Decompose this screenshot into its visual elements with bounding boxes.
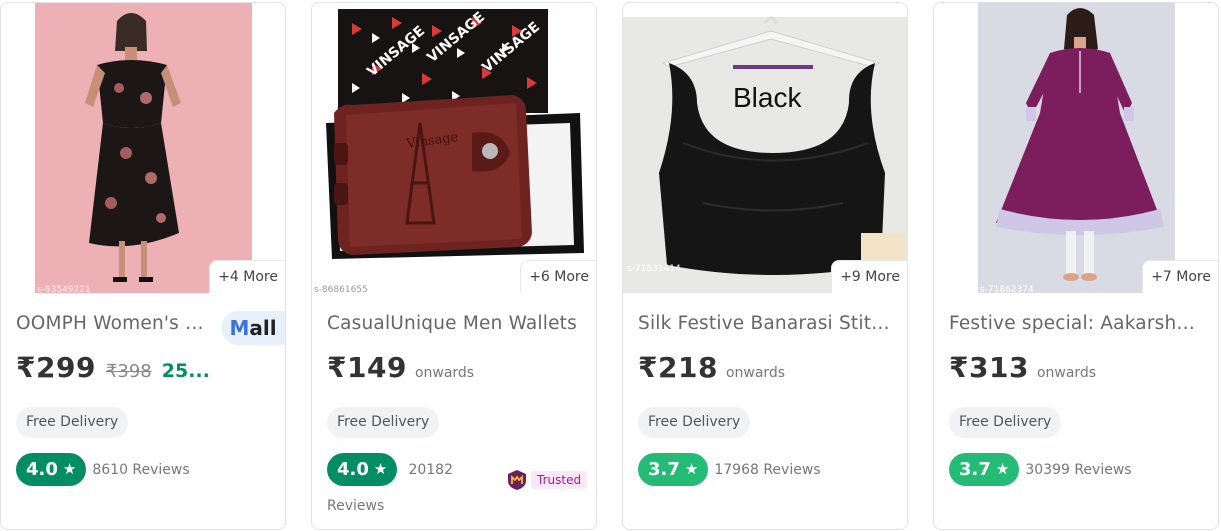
reviews-label: Reviews bbox=[327, 498, 385, 514]
more-variants-badge[interactable]: +7 More bbox=[1142, 260, 1218, 293]
star-icon: ★ bbox=[684, 460, 699, 478]
product-title[interactable]: Festive special: Aakarsha Kurtis bbox=[949, 313, 1205, 334]
more-variants-badge[interactable]: +6 More bbox=[520, 260, 596, 293]
image-code-1: s-93549221 bbox=[37, 285, 91, 293]
rating-value: 3.7 bbox=[648, 459, 680, 480]
free-delivery-badge: Free Delivery bbox=[16, 407, 129, 438]
more-variants-badge[interactable]: +9 More bbox=[831, 260, 907, 293]
image-code-3: s-71631414 bbox=[627, 264, 681, 274]
free-delivery-badge: Free Delivery bbox=[327, 407, 440, 438]
image-code-4: s-71862374 bbox=[980, 285, 1034, 293]
free-delivery-badge: Free Delivery bbox=[949, 407, 1062, 438]
image-code-2: s-86861655 bbox=[314, 285, 368, 293]
product-card-3[interactable]: Black s-71631414 +9 More Silk Festive Ba… bbox=[622, 2, 908, 530]
rating-pill: 3.7 ★ bbox=[949, 453, 1020, 486]
review-count: 20182 bbox=[408, 461, 453, 478]
rating-row: 4.0 ★ 20182 Reviews bbox=[327, 453, 527, 514]
rating-value: 3.7 bbox=[959, 459, 991, 480]
product-card-4[interactable]: s-71862374 +7 More Festive special: Aaka… bbox=[933, 2, 1219, 530]
onwards-label: onwards bbox=[725, 365, 786, 381]
product-card-2[interactable]: VINSAGE VINSAGE VINSAGE Vinsage s-868616… bbox=[311, 2, 597, 530]
price: ₹149 bbox=[327, 351, 407, 384]
free-delivery-badge: Free Delivery bbox=[638, 407, 751, 438]
price: ₹218 bbox=[638, 351, 718, 384]
blouse-image: Black s-71631414 bbox=[623, 16, 907, 293]
star-icon: ★ bbox=[995, 460, 1010, 478]
product-image-3[interactable]: Black s-71631414 +9 More bbox=[623, 3, 907, 293]
more-variants-badge[interactable]: +4 More bbox=[209, 260, 285, 293]
dress-image: s-93549221 bbox=[35, 3, 252, 293]
price: ₹313 bbox=[949, 351, 1029, 384]
review-count: 8610 Reviews bbox=[92, 461, 190, 478]
rating-value: 4.0 bbox=[26, 459, 58, 480]
price-row: ₹149 onwards bbox=[327, 351, 474, 384]
rating-pill: 4.0 ★ bbox=[16, 453, 87, 486]
rating-row: 3.7 ★ 30399 Reviews bbox=[949, 453, 1132, 486]
rating-pill: 3.7 ★ bbox=[638, 453, 709, 486]
onwards-label: onwards bbox=[1036, 365, 1097, 381]
product-image-1[interactable]: s-93549221 +4 More bbox=[1, 3, 285, 293]
price-row: ₹313 onwards bbox=[949, 351, 1096, 384]
product-title[interactable]: Silk Festive Banarasi Stitched Blouses bbox=[638, 313, 894, 334]
trusted-badge: Trusted bbox=[507, 469, 588, 491]
product-card-1[interactable]: s-93549221 +4 More OOMPH Women's Black F… bbox=[0, 2, 286, 530]
review-count: 30399 Reviews bbox=[1025, 461, 1132, 478]
rating-row: 3.7 ★ 17968 Reviews bbox=[638, 453, 821, 486]
product-title[interactable]: CasualUnique Men Wallets bbox=[327, 313, 583, 334]
trusted-label: Trusted bbox=[531, 471, 588, 489]
product-image-2[interactable]: VINSAGE VINSAGE VINSAGE Vinsage s-868616… bbox=[312, 3, 596, 293]
rating-row: 4.0 ★ 8610 Reviews bbox=[16, 453, 190, 486]
rating-pill: 4.0 ★ bbox=[327, 453, 398, 486]
product-title[interactable]: OOMPH Women's Black Floral Dress bbox=[16, 313, 212, 334]
price: ₹299 bbox=[16, 351, 96, 384]
product-image-4[interactable]: s-71862374 +7 More bbox=[934, 3, 1218, 293]
discount-text: 25... bbox=[161, 360, 210, 382]
price-row: ₹299 ₹398 25... bbox=[16, 351, 210, 384]
mall-logo-icon: Mall bbox=[221, 311, 285, 345]
kurti-image: s-71862374 bbox=[978, 3, 1175, 293]
price-row: ₹218 onwards bbox=[638, 351, 785, 384]
onwards-label: onwards bbox=[414, 365, 475, 381]
review-count: 17968 Reviews bbox=[714, 461, 821, 478]
meesho-shield-icon bbox=[508, 470, 526, 490]
star-icon: ★ bbox=[62, 460, 77, 478]
image-color-label: Black bbox=[733, 82, 802, 113]
original-price: ₹398 bbox=[105, 361, 152, 382]
star-icon: ★ bbox=[373, 460, 388, 478]
wallet-image: VINSAGE VINSAGE VINSAGE Vinsage s-868616… bbox=[312, 3, 596, 293]
rating-value: 4.0 bbox=[337, 459, 369, 480]
